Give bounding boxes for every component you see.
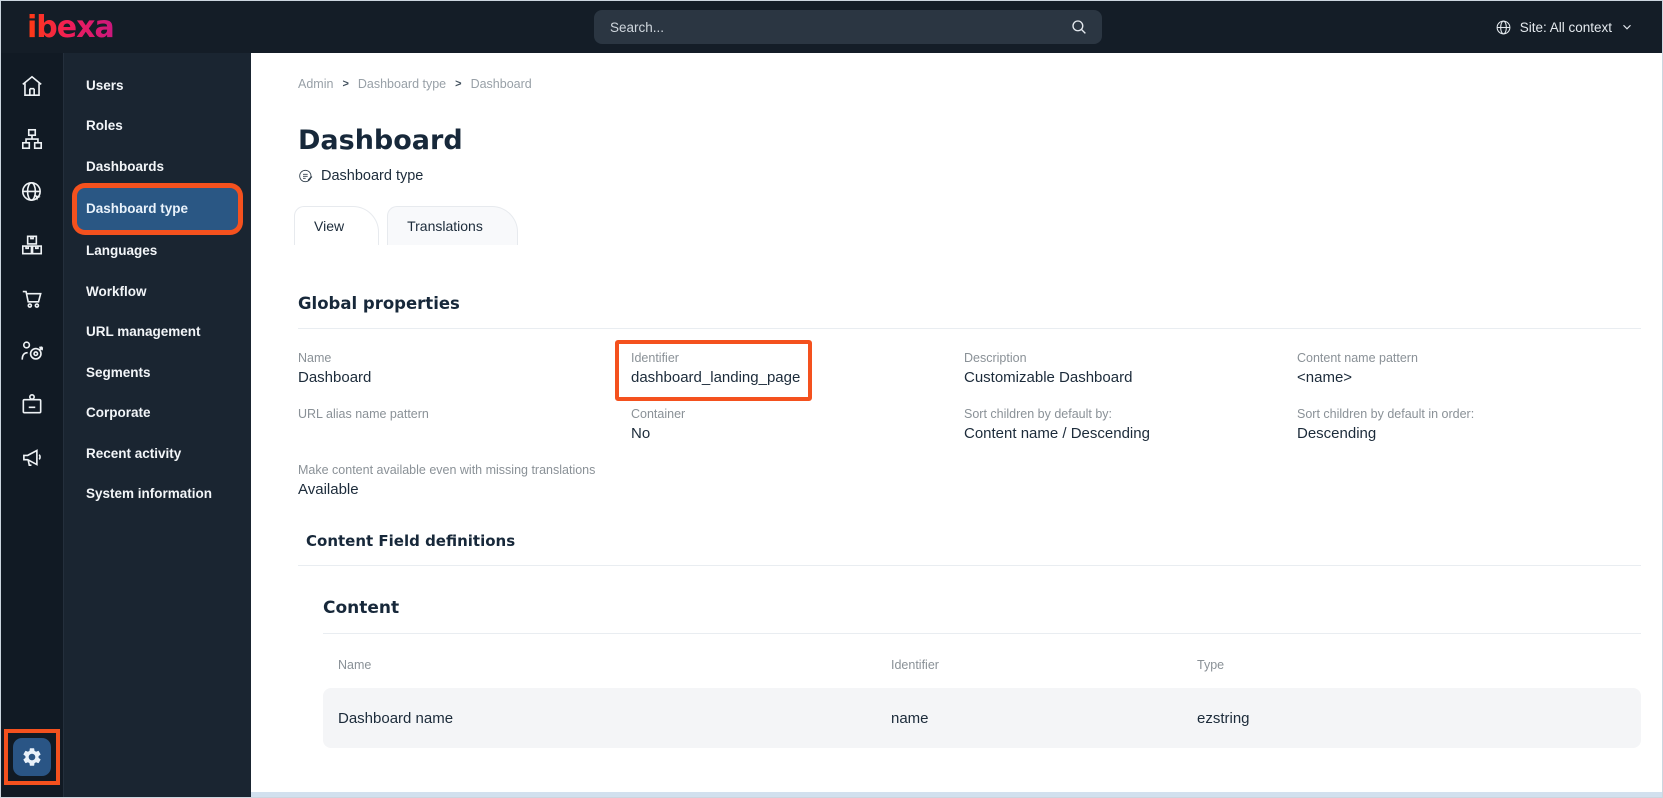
breadcrumb-separator: > <box>342 78 349 90</box>
app-window: ibexa Site: All context <box>0 0 1663 798</box>
breadcrumb-dashboard-type[interactable]: Dashboard type <box>358 77 446 91</box>
sidebar-item-segments[interactable]: Segments <box>64 352 251 393</box>
sidebar-item-users[interactable]: Users <box>64 65 251 106</box>
view-tab-panel: Global properties Name Dashboard Identif… <box>251 245 1662 748</box>
field-definitions-table: Name Identifier Type Dashboard name name… <box>323 650 1641 748</box>
search-bar[interactable] <box>594 10 1102 44</box>
global-properties-grid: Name Dashboard Identifier dashboard_land… <box>298 340 1641 502</box>
cell-field-name: Dashboard name <box>338 709 454 727</box>
sidebar-item-url-management[interactable]: URL management <box>64 312 251 353</box>
site-context-label: Site: All context <box>1519 19 1612 35</box>
site-globe-icon[interactable] <box>1 171 63 212</box>
settings-gear-button[interactable] <box>13 738 51 776</box>
search-icon[interactable] <box>1070 18 1088 36</box>
settings-annotation-box <box>4 729 60 785</box>
chevron-down-icon <box>1620 20 1634 34</box>
column-header-identifier: Identifier <box>891 658 939 672</box>
corporate-badge-icon[interactable] <box>1 383 63 424</box>
breadcrumb: Admin > Dashboard type > Dashboard <box>298 77 1662 91</box>
globe-icon <box>1495 19 1512 36</box>
personalization-target-icon[interactable] <box>1 330 63 371</box>
global-properties-heading: Global properties <box>298 294 460 313</box>
annotation-highlight <box>4 729 60 785</box>
field-url-alias-name-pattern: URL alias name pattern <box>298 407 429 421</box>
products-icon[interactable] <box>1 224 63 265</box>
icon-rail <box>1 53 63 797</box>
divider <box>323 633 1641 634</box>
field-identifier: Identifier dashboard_landing_page <box>615 340 812 401</box>
divider <box>298 328 1641 329</box>
sidebar-item-system-information[interactable]: System information <box>64 474 251 515</box>
table-header-row: Name Identifier Type <box>323 650 1641 680</box>
tab-view[interactable]: View <box>294 206 380 245</box>
field-description: Description Customizable Dashboard <box>964 351 1133 386</box>
sidebar-item-languages[interactable]: Languages <box>64 231 251 272</box>
sidebar-item-roles[interactable]: Roles <box>64 106 251 147</box>
field-name: Name Dashboard <box>298 351 372 386</box>
horizontal-scrollbar[interactable] <box>251 792 1662 797</box>
home-icon[interactable] <box>1 65 63 106</box>
breadcrumb-separator: > <box>455 78 462 90</box>
breadcrumb-admin[interactable]: Admin <box>298 77 333 91</box>
field-sort-children-order: Sort children by default in order: Desce… <box>1297 407 1475 442</box>
content-type-icon <box>298 168 314 184</box>
content-field-definitions-heading: Content Field definitions <box>306 532 516 550</box>
commerce-cart-icon[interactable] <box>1 277 63 318</box>
column-header-name: Name <box>338 658 372 672</box>
admin-sidebar: Users Roles Dashboards Dashboard type La… <box>63 53 251 797</box>
field-content-name-pattern: Content name pattern <name> <box>1297 351 1418 386</box>
tab-bar: View Translations <box>294 206 1662 245</box>
field-sort-children-by: Sort children by default by: Content nam… <box>964 407 1150 442</box>
marketing-megaphone-icon[interactable] <box>1 436 63 477</box>
site-context-dropdown[interactable]: Site: All context <box>1495 1 1634 53</box>
page-title: Dashboard <box>298 125 463 156</box>
column-header-type: Type <box>1197 658 1225 672</box>
ibexa-logo[interactable]: ibexa <box>27 10 115 45</box>
search-input[interactable] <box>594 19 1070 35</box>
content-type-subtitle: Dashboard type <box>298 168 1662 184</box>
field-availability: Make content available even with missing… <box>298 463 596 498</box>
sidebar-item-dashboard-type[interactable]: Dashboard type <box>77 187 238 230</box>
content-type-label: Dashboard type <box>321 168 424 184</box>
top-bar: ibexa Site: All context <box>1 1 1662 53</box>
content-group-heading: Content <box>323 598 400 618</box>
breadcrumb-dashboard[interactable]: Dashboard <box>471 77 532 91</box>
content-tree-icon[interactable] <box>1 118 63 159</box>
sidebar-item-recent-activity[interactable]: Recent activity <box>64 433 251 474</box>
cell-field-identifier: name <box>891 709 929 727</box>
divider <box>298 565 1641 566</box>
sidebar-item-dashboards[interactable]: Dashboards <box>64 146 251 187</box>
table-row[interactable]: Dashboard name name ezstring <box>323 688 1641 748</box>
tab-translations[interactable]: Translations <box>387 206 518 245</box>
main-content: Admin > Dashboard type > Dashboard Dashb… <box>251 53 1662 797</box>
cell-field-type: ezstring <box>1197 709 1250 727</box>
sidebar-item-corporate[interactable]: Corporate <box>64 393 251 434</box>
field-container: Container No <box>631 407 686 442</box>
sidebar-item-workflow[interactable]: Workflow <box>64 271 251 312</box>
